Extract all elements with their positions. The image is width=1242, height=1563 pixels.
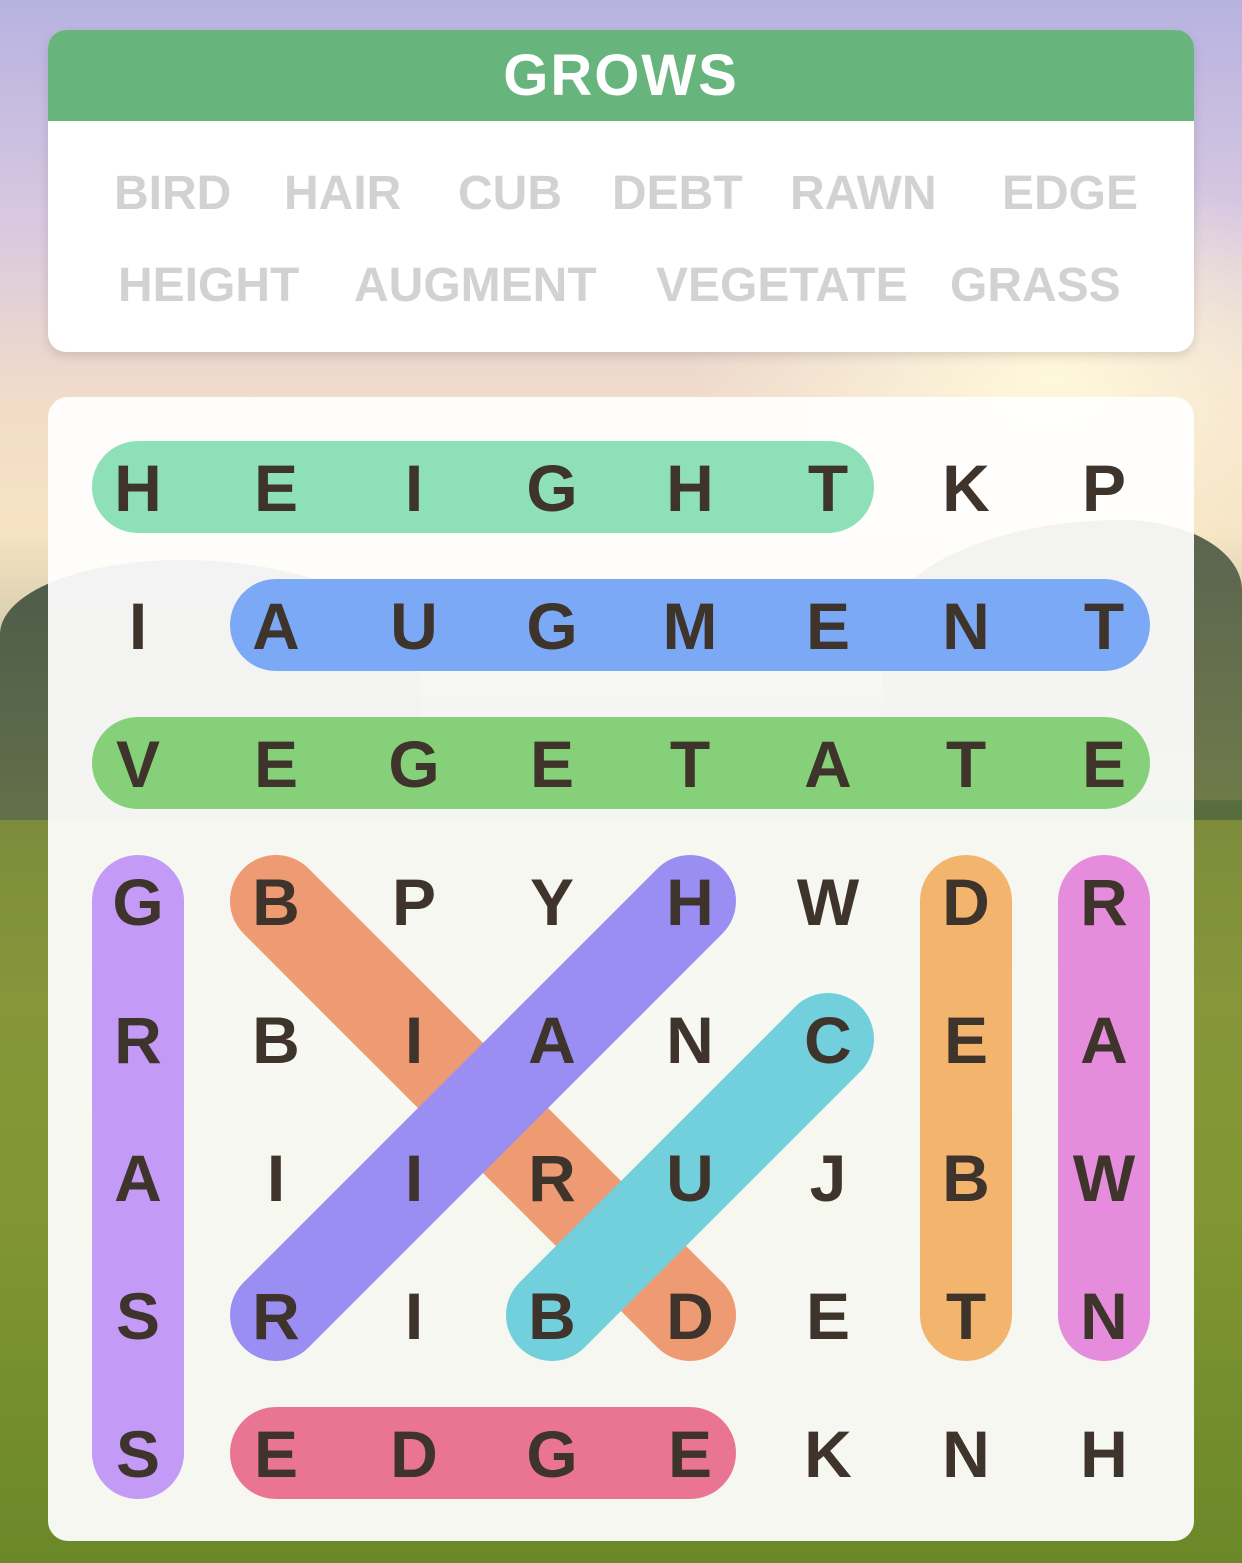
grid-cell-1-4[interactable]: M <box>663 589 718 663</box>
grid-cell-2-2[interactable]: G <box>388 727 439 801</box>
category-title: GROWS <box>48 30 1194 121</box>
word-bird: BIRD <box>114 167 232 220</box>
grid-cell-5-7[interactable]: W <box>1073 1141 1136 1215</box>
grid-cell-3-7[interactable]: R <box>1080 865 1128 939</box>
grid-cell-5-2[interactable]: I <box>405 1141 423 1215</box>
grid-cell-3-3[interactable]: Y <box>530 865 574 939</box>
grid-cell-0-4[interactable]: H <box>666 451 714 525</box>
grid-cell-2-5[interactable]: A <box>804 727 852 801</box>
grid-cell-7-5[interactable]: K <box>804 1417 852 1491</box>
letter-grid[interactable]: H E I G H T K PI A U G M E N TV E G E T A T EG B P Y H W D RR B I A N C E A… <box>48 397 1194 1541</box>
grid-cell-1-5[interactable]: E <box>806 589 850 663</box>
grid-cell-1-6[interactable]: N <box>942 589 990 663</box>
grid-cell-6-1[interactable]: R <box>252 1279 300 1353</box>
word-height: HEIGHT <box>118 259 300 312</box>
word-cub: CUB <box>458 167 562 220</box>
grid-cell-3-4[interactable]: H <box>666 865 714 939</box>
grid-cell-0-3[interactable]: G <box>526 451 577 525</box>
grid-cell-0-7[interactable]: P <box>1082 451 1126 525</box>
grid-cell-3-1[interactable]: B <box>252 865 300 939</box>
grid-cell-6-6[interactable]: T <box>946 1279 986 1353</box>
grid-cell-4-0[interactable]: R <box>114 1003 162 1077</box>
grid-cell-7-2[interactable]: D <box>390 1417 438 1491</box>
grid-cell-6-3[interactable]: B <box>528 1279 576 1353</box>
grid-cell-0-5[interactable]: T <box>808 451 848 525</box>
grid-cell-1-7[interactable]: T <box>1084 589 1124 663</box>
grid-cell-7-1[interactable]: E <box>254 1417 298 1491</box>
grid-cell-2-3[interactable]: E <box>530 727 574 801</box>
grid-cell-6-4[interactable]: D <box>666 1279 714 1353</box>
grid-cell-0-6[interactable]: K <box>942 451 990 525</box>
grid-cell-4-3[interactable]: A <box>528 1003 576 1077</box>
word-grass: GRASS <box>950 259 1121 312</box>
word-debt: DEBT <box>612 167 743 220</box>
grid-cell-5-5[interactable]: J <box>810 1141 847 1215</box>
grid-cell-5-4[interactable]: U <box>666 1141 714 1215</box>
grid-cell-0-2[interactable]: I <box>405 451 423 525</box>
grid-cell-0-0[interactable]: H <box>114 451 162 525</box>
grid-cell-5-1[interactable]: I <box>267 1141 285 1215</box>
grid-cell-7-6[interactable]: N <box>942 1417 990 1491</box>
grid-cell-7-3[interactable]: G <box>526 1417 577 1491</box>
letter-grid-panel[interactable]: HEIGHTKPIAUGMENTVEGETATEGBPYHWDRRBIANCEA… <box>48 397 1194 1541</box>
grid-cell-5-6[interactable]: B <box>942 1141 990 1215</box>
word-edge: EDGE <box>1002 167 1139 220</box>
grid-cell-6-7[interactable]: N <box>1080 1279 1128 1353</box>
grid-cell-4-1[interactable]: B <box>252 1003 300 1077</box>
grid-cell-1-2[interactable]: U <box>390 589 438 663</box>
word-hair: HAIR <box>284 167 402 220</box>
word-vegetate: VEGETATE <box>656 259 908 312</box>
grid-cell-0-1[interactable]: E <box>254 451 298 525</box>
grid-cell-6-5[interactable]: E <box>806 1279 850 1353</box>
grid-cell-7-7[interactable]: H <box>1080 1417 1128 1491</box>
sparkle-icon: ✦ <box>1068 328 1090 352</box>
grid-cell-6-2[interactable]: I <box>405 1279 423 1353</box>
grid-cell-2-1[interactable]: E <box>254 727 298 801</box>
grid-cell-3-5[interactable]: W <box>797 865 860 939</box>
grid-cell-2-4[interactable]: T <box>670 727 710 801</box>
grid-cell-1-1[interactable]: A <box>252 589 300 663</box>
grid-cell-3-6[interactable]: D <box>942 865 990 939</box>
grid-cell-4-7[interactable]: A <box>1080 1003 1128 1077</box>
grid-cell-4-6[interactable]: E <box>944 1003 988 1077</box>
grid-cell-4-5[interactable]: C <box>804 1003 852 1077</box>
grid-cell-3-2[interactable]: P <box>392 865 436 939</box>
word-list-panel: GROWS BIRD HAIR CUB DEBT RAWN EDGE HEIGH… <box>48 30 1194 352</box>
grid-cell-5-3[interactable]: R <box>528 1141 576 1215</box>
grid-cell-4-2[interactable]: I <box>405 1003 423 1077</box>
grid-cell-2-7[interactable]: E <box>1082 727 1126 801</box>
grid-cell-7-4[interactable]: E <box>668 1417 712 1491</box>
grid-cell-2-0[interactable]: V <box>116 727 160 801</box>
grid-cell-1-0[interactable]: I <box>129 589 147 663</box>
grid-cell-6-0[interactable]: S <box>116 1279 160 1353</box>
grid-cell-1-3[interactable]: G <box>526 589 577 663</box>
word-augment: AUGMENT <box>354 259 597 312</box>
grid-cell-5-0[interactable]: A <box>114 1141 162 1215</box>
grid-cell-4-4[interactable]: N <box>666 1003 714 1077</box>
grid-cell-7-0[interactable]: S <box>116 1417 160 1491</box>
grid-cell-2-6[interactable]: T <box>946 727 986 801</box>
word-rawn: RAWN <box>790 167 937 220</box>
grid-cell-3-0[interactable]: G <box>112 865 163 939</box>
